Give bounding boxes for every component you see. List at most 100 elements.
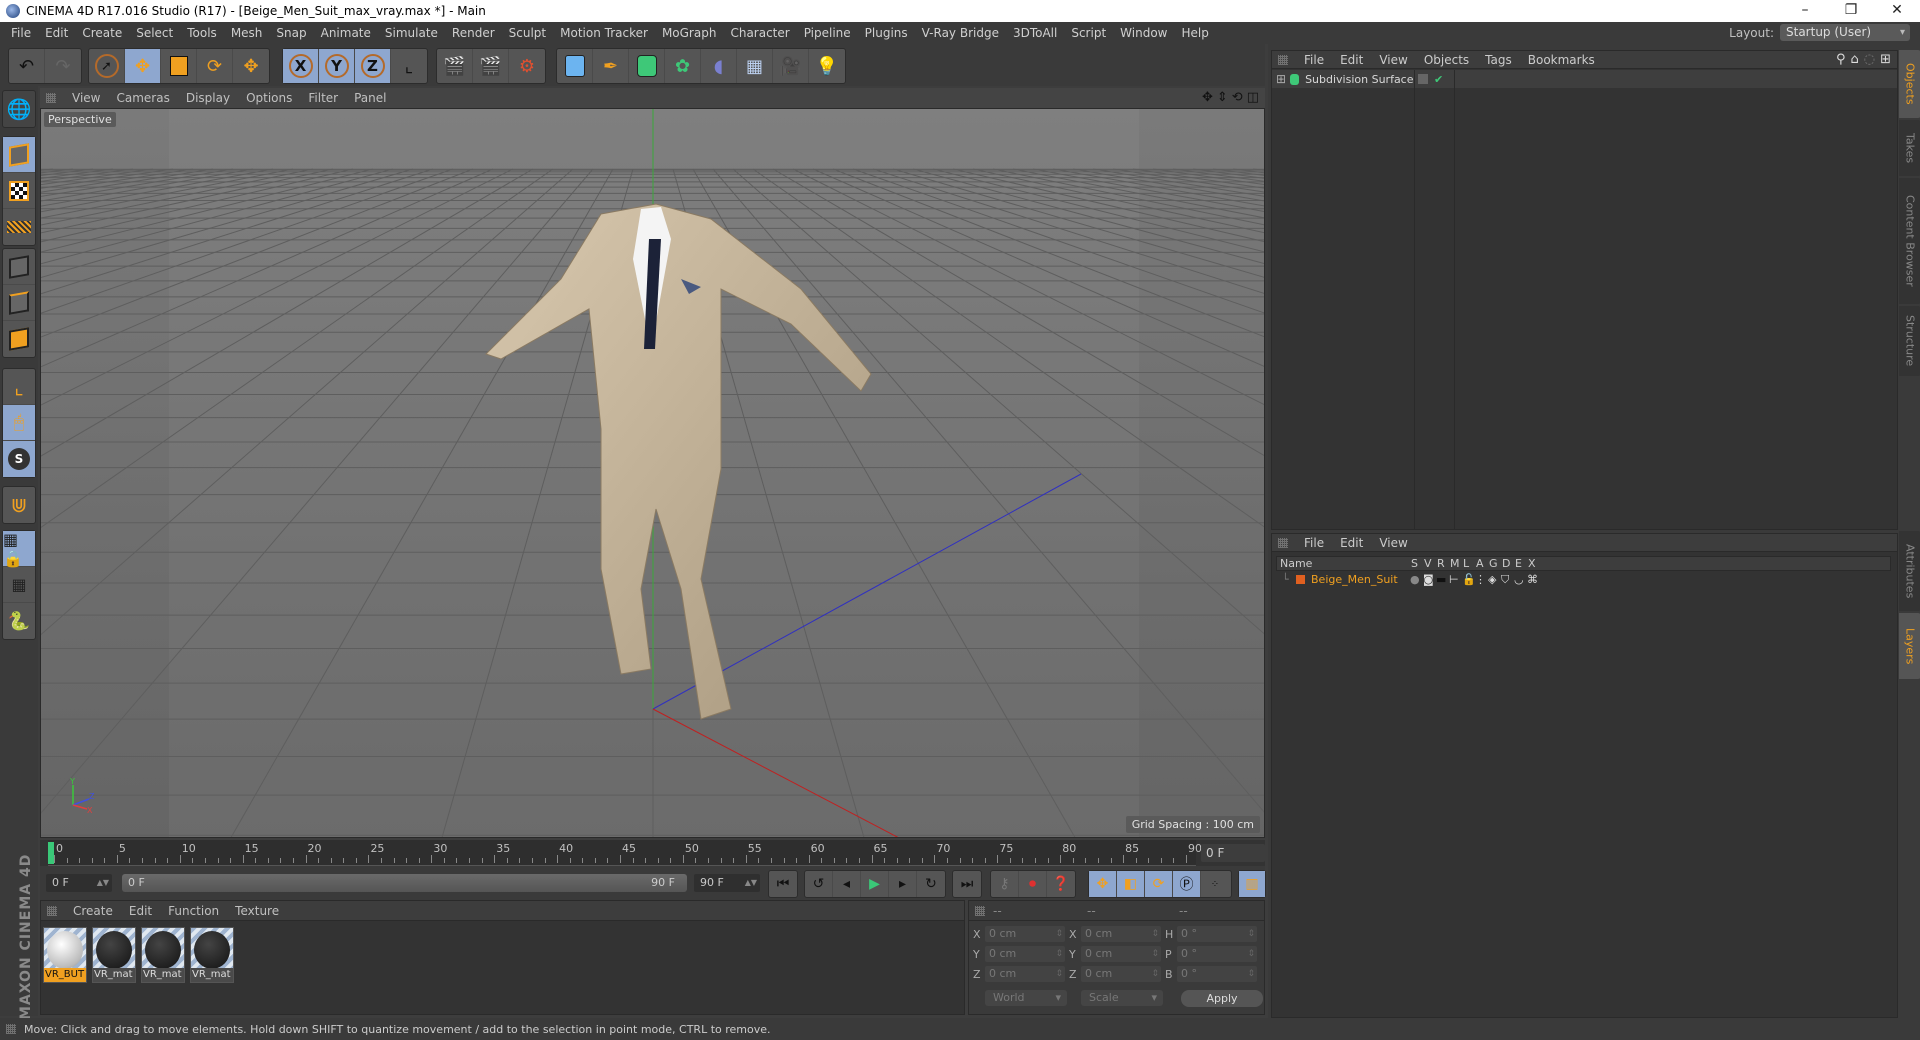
- points-mode-button[interactable]: [3, 249, 35, 285]
- model-mode-button[interactable]: [3, 137, 35, 173]
- col-animation[interactable]: A: [1476, 557, 1489, 570]
- col-expressions[interactable]: E: [1515, 557, 1528, 570]
- scale-tool-button[interactable]: [161, 49, 197, 83]
- x-axis-button[interactable]: X: [283, 49, 319, 83]
- layers-menu-file[interactable]: File: [1296, 536, 1332, 550]
- tab-attributes[interactable]: Attributes: [1899, 531, 1920, 611]
- pan-view-icon[interactable]: ✥: [1202, 90, 1213, 105]
- size-y-field[interactable]: 0 cm: [1081, 946, 1161, 962]
- live-selection-button[interactable]: ➚: [89, 49, 125, 83]
- menu-animate[interactable]: Animate: [314, 26, 378, 40]
- menu-render[interactable]: Render: [445, 26, 502, 40]
- material-menu-create[interactable]: Create: [65, 904, 121, 918]
- object-name[interactable]: Subdivision Surface: [1305, 73, 1413, 86]
- menu-character[interactable]: Character: [723, 26, 796, 40]
- previous-key-button[interactable]: ↺: [805, 871, 833, 897]
- eye-icon[interactable]: ◌: [1864, 52, 1875, 67]
- record-keys-disabled-button[interactable]: ⚷: [991, 871, 1019, 897]
- key-rotation-button[interactable]: ⟳: [1145, 871, 1173, 897]
- y-axis-button[interactable]: Y: [319, 49, 355, 83]
- layer-color-swatch[interactable]: [1296, 575, 1305, 584]
- render-settings-button[interactable]: ⚙: [509, 49, 545, 83]
- rot-p-field[interactable]: 0 °: [1177, 946, 1257, 962]
- render-picture-viewer-button[interactable]: 🎬: [473, 49, 509, 83]
- panel-grip-icon[interactable]: [975, 905, 985, 916]
- key-position-button[interactable]: ✥: [1089, 871, 1117, 897]
- deformer-button[interactable]: ◖: [701, 49, 737, 83]
- object-row[interactable]: ⊞ Subdivision Surface ✔: [1272, 70, 1897, 88]
- key-point-level-button[interactable]: ⁘: [1201, 871, 1229, 897]
- key-scale-button[interactable]: ◧: [1117, 871, 1145, 897]
- size-mode-dropdown[interactable]: Scale: [1081, 990, 1163, 1006]
- redo-button[interactable]: ↷: [45, 49, 81, 83]
- previous-frame-button[interactable]: ◂: [833, 871, 861, 897]
- menu-create[interactable]: Create: [75, 26, 129, 40]
- panel-grip-icon[interactable]: [1278, 537, 1288, 548]
- enabled-check-icon[interactable]: ✔: [1434, 73, 1443, 86]
- rot-h-field[interactable]: 0 °: [1177, 926, 1257, 942]
- go-to-start-button[interactable]: ⏮: [769, 871, 797, 897]
- menu-motion-tracker[interactable]: Motion Tracker: [553, 26, 655, 40]
- objects-menu-file[interactable]: File: [1296, 53, 1332, 67]
- material-swatch[interactable]: VR_BUT: [43, 927, 87, 983]
- workplane-mode-button[interactable]: [3, 209, 35, 245]
- col-name[interactable]: Name: [1277, 557, 1411, 570]
- layer-name[interactable]: Beige_Men_Suit: [1311, 573, 1410, 586]
- end-frame-field[interactable]: 90 F ▲▼: [694, 874, 760, 892]
- render-clapper-icon[interactable]: ▬: [1436, 573, 1449, 586]
- expand-icon[interactable]: ⊞: [1276, 72, 1286, 86]
- magnet-button[interactable]: ⋓: [3, 487, 35, 523]
- manager-hierarchy-icon[interactable]: ⊢: [1449, 573, 1462, 586]
- tab-takes[interactable]: Takes: [1899, 120, 1920, 176]
- perspective-viewport[interactable]: Perspective Y Z X Grid Spacing : 100 cm: [40, 108, 1265, 838]
- viewport-menu-cameras[interactable]: Cameras: [108, 91, 177, 105]
- material-menu-edit[interactable]: Edit: [121, 904, 160, 918]
- material-menu-texture[interactable]: Texture: [227, 904, 287, 918]
- objects-menu-tags[interactable]: Tags: [1477, 53, 1520, 67]
- edges-mode-button[interactable]: [3, 285, 35, 321]
- editor-visibility-icon[interactable]: [1418, 74, 1428, 84]
- pos-z-field[interactable]: 0 cm: [985, 966, 1065, 982]
- axis-mode-button[interactable]: ⌞: [3, 369, 35, 405]
- last-tool-button[interactable]: ✥: [233, 49, 269, 83]
- tab-content-browser[interactable]: Content Browser: [1899, 178, 1920, 304]
- workplane-align-button[interactable]: ▦: [3, 567, 35, 603]
- make-editable-button[interactable]: 🌐: [3, 91, 35, 127]
- expression-cup-icon[interactable]: ◡: [1514, 573, 1527, 586]
- size-z-field[interactable]: 0 cm: [1081, 966, 1161, 982]
- col-manager[interactable]: M: [1450, 557, 1463, 570]
- start-frame-field[interactable]: 0 F ▲▼: [46, 874, 112, 892]
- deformer-shield-icon[interactable]: ⛉: [1501, 573, 1514, 587]
- current-frame-field[interactable]: 0 F: [1201, 844, 1265, 862]
- menu-mograph[interactable]: MoGraph: [655, 26, 724, 40]
- render-view-button[interactable]: 🎬: [437, 49, 473, 83]
- col-solo[interactable]: S: [1411, 557, 1424, 570]
- tab-objects[interactable]: Objects: [1899, 50, 1920, 118]
- viewport-menu-panel[interactable]: Panel: [346, 91, 394, 105]
- menu-simulate[interactable]: Simulate: [378, 26, 445, 40]
- layer-row[interactable]: └ Beige_Men_Suit ● ◙ ▬ ⊢ 🔓 ⋮ ◈ ⛉ ◡ ⌘: [1276, 572, 1891, 587]
- workplane-lock-button[interactable]: ▦🔒: [3, 530, 35, 568]
- menu-pipeline[interactable]: Pipeline: [797, 26, 858, 40]
- column-divider[interactable]: [1414, 70, 1415, 530]
- tab-structure[interactable]: Structure: [1899, 306, 1920, 376]
- lock-icon[interactable]: 🔓: [1462, 573, 1476, 586]
- pen-spline-button[interactable]: ✒: [593, 49, 629, 83]
- objects-menu-objects[interactable]: Objects: [1416, 53, 1477, 67]
- menu-vray-bridge[interactable]: V-Ray Bridge: [915, 26, 1006, 40]
- menu-sculpt[interactable]: Sculpt: [502, 26, 553, 40]
- menu-snap[interactable]: Snap: [269, 26, 313, 40]
- next-frame-button[interactable]: ▸: [889, 871, 917, 897]
- minimize-button[interactable]: –: [1782, 0, 1828, 22]
- orbit-view-icon[interactable]: ⟲: [1232, 90, 1243, 105]
- col-locked[interactable]: L: [1463, 557, 1476, 570]
- xref-icon[interactable]: ⌘: [1527, 573, 1540, 586]
- animation-icon[interactable]: ⋮: [1475, 573, 1488, 586]
- close-button[interactable]: ✕: [1874, 0, 1920, 22]
- col-view[interactable]: V: [1424, 557, 1437, 570]
- view-eye-icon[interactable]: ◙: [1423, 573, 1436, 586]
- viewport-menu-options[interactable]: Options: [238, 91, 300, 105]
- autokey-button[interactable]: ⏺: [1019, 871, 1047, 897]
- tweak-mode-button[interactable]: 🖱: [3, 405, 35, 441]
- layout-dropdown[interactable]: Startup (User): [1780, 24, 1910, 41]
